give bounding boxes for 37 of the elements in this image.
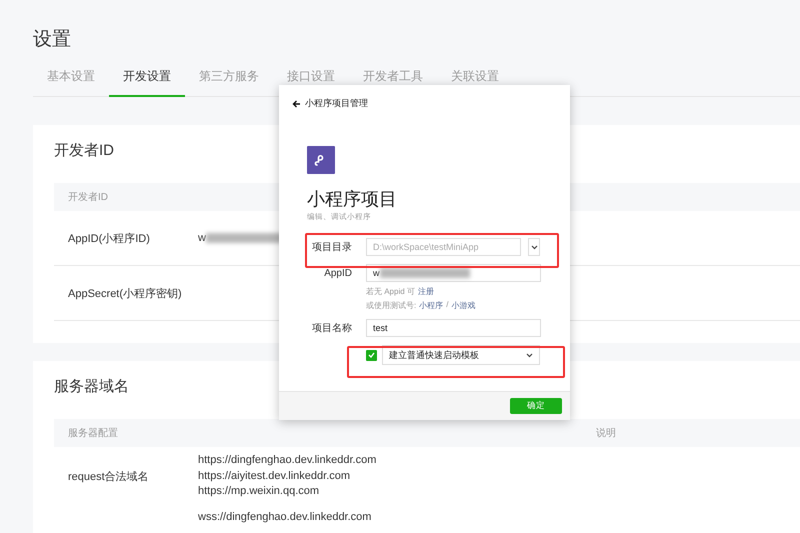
input-field[interactable]: w xyxy=(366,264,541,282)
checkbox[interactable] xyxy=(366,350,377,360)
template-select[interactable]: 建立普通快速启动模板 xyxy=(382,345,540,365)
dropdown-button[interactable] xyxy=(528,238,540,256)
hint-text: 若无 Appid 可 xyxy=(366,286,415,297)
card-title: 开发者ID xyxy=(54,141,114,161)
back-link[interactable]: 小程序项目管理 xyxy=(292,97,570,110)
confirm-button[interactable]: 确定 xyxy=(510,398,562,414)
dialog-title: 小程序项目 xyxy=(307,188,398,210)
row-value: w xyxy=(198,232,206,244)
column-header: 说明 xyxy=(596,427,616,440)
domain-text: https://dingfenghao.dev.linkeddr.com xyxy=(198,453,378,468)
hint-link[interactable]: 小程序 xyxy=(419,300,444,311)
card-title: 服务器域名 xyxy=(54,377,129,397)
caret-icon xyxy=(526,352,533,358)
hint-link[interactable]: 小游戏 xyxy=(451,300,476,311)
domain-text: wss://dingfenghao.dev.linkeddr.com xyxy=(198,510,372,524)
row-label: AppSecret(小程序密钥) xyxy=(68,286,183,300)
input-field[interactable]: test xyxy=(366,319,541,337)
hint-link[interactable]: 注册 xyxy=(418,286,434,297)
field-label: 项目目录 xyxy=(311,241,352,254)
column-header: 服务器配置 xyxy=(68,426,118,440)
app-logo-icon xyxy=(307,146,335,174)
row-label: request合法域名 xyxy=(68,470,150,484)
domain-text: https://aiyitest.dev.linkeddr.com xyxy=(198,468,352,484)
back-arrow-icon xyxy=(292,100,301,108)
domain-text: https://mp.weixin.qq.com xyxy=(198,484,320,499)
field-label: 项目名称 xyxy=(311,322,352,335)
row-label: AppID(小程序ID) xyxy=(68,232,151,246)
page-title: 设置 xyxy=(33,28,72,52)
column-header: 开发者ID xyxy=(68,190,108,204)
hint-text: / xyxy=(446,300,448,311)
caret-icon xyxy=(530,244,538,250)
field-label: AppID xyxy=(323,268,352,278)
tab[interactable]: 开发设置 xyxy=(109,66,185,97)
hint-text: 或使用测试号: xyxy=(366,300,416,311)
directory-field[interactable]: D:\workSpace\testMiniApp xyxy=(366,238,521,256)
